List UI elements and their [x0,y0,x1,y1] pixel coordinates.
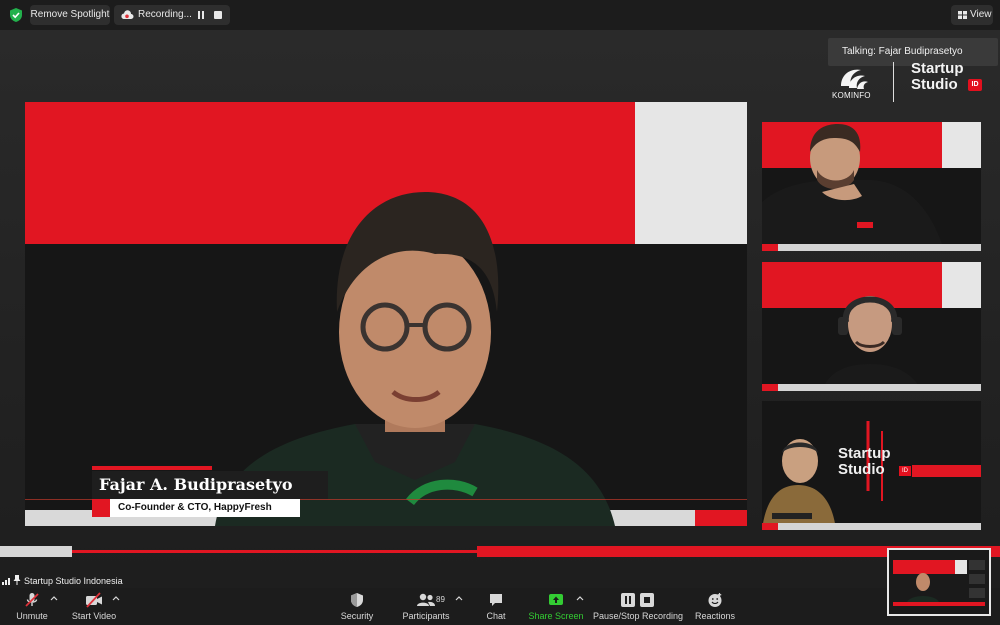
chevron-up-icon[interactable] [112,595,120,601]
self-view-preview [889,550,989,614]
bottom-light-band [762,523,981,530]
id-logo-badge: ID [899,466,911,476]
share-screen-button[interactable]: Share Screen [526,588,586,625]
strip-light-segment [0,546,72,557]
security-label: Security [340,611,374,621]
meeting-toolbar: Unmute Start Video Security 89 Participa… [0,588,1000,625]
kominfo-logo-text: KOMINFO [832,91,871,100]
startup-logo-text: Startup [911,60,964,77]
bottom-red-band [762,244,778,251]
smiley-reaction-icon [708,593,722,607]
participants-icon [417,593,435,606]
main-speaker-video[interactable]: Fajar A. Budiprasetyo Co-Founder & CTO, … [25,102,747,526]
zoom-meeting-window: Remove Spotlight Recording... View Talki… [0,0,1000,625]
participant-video-1[interactable] [762,122,981,251]
unmute-label: Unmute [16,611,48,621]
pin-icon [13,575,21,585]
stop-recording-icon[interactable] [214,11,222,19]
cloud-recording-icon [121,10,134,19]
grid-view-icon [958,11,967,19]
chevron-up-icon[interactable] [50,595,58,601]
pause-recording-icon[interactable] [197,11,205,19]
participant-video-2[interactable] [762,262,981,391]
chevron-up-icon[interactable] [576,595,584,601]
speaker-name: Fajar A. Budiprasetyo [92,471,328,499]
muted-microphone-icon [25,593,39,607]
reactions-button[interactable]: Reactions [692,588,738,625]
background-light-panel [635,102,747,244]
speaker-role: Co-Founder & CTO, HappyFresh [110,499,300,517]
bottom-red-band [695,510,747,526]
shield-icon[interactable] [8,7,24,23]
remove-spotlight-button[interactable]: Remove Spotlight [30,5,110,25]
lower-third-red-square [92,499,110,517]
participant-count: 89 [436,595,445,604]
share-screen-icon [549,594,563,605]
reactions-label: Reactions [694,611,736,621]
bottom-red-band [762,523,778,530]
participant-figure [822,296,922,391]
participant-figure [762,124,942,251]
chat-label: Chat [486,611,506,621]
bottom-red-band [762,384,778,391]
participants-label: Participants [402,611,450,621]
participant-video-3[interactable]: Startup Studio ID [762,401,981,530]
studio-logo-text: Studio [911,76,958,93]
self-view-thumbnail[interactable] [887,548,991,616]
pause-stop-recording-button[interactable]: Pause/Stop Recording [592,588,684,625]
start-video-label: Start Video [71,611,117,621]
startup-logo-text: Startup [838,445,891,462]
bottom-light-band [762,384,981,391]
participants-button[interactable]: 89 Participants [398,588,454,625]
unmute-button[interactable]: Unmute [8,588,56,625]
connection-signal-icon[interactable] [2,576,12,585]
pause-stop-recording-icon [621,593,654,607]
pause-stop-recording-label: Pause/Stop Recording [592,611,684,621]
chat-button[interactable]: Chat [476,588,516,625]
strip-red-line [72,550,477,553]
lower-third-accent [92,466,212,470]
security-button[interactable]: Security [333,588,381,625]
chevron-up-icon[interactable] [455,595,463,601]
bottom-light-band [762,244,981,251]
chat-bubble-icon [490,594,502,606]
share-screen-label: Share Screen [528,611,584,621]
recording-indicator: Recording... [114,5,230,25]
view-label: View [970,9,992,20]
id-logo-badge: ID [968,79,982,91]
video-off-icon [86,592,102,608]
top-bar: Remove Spotlight Recording... View [0,0,1000,30]
studio-logo-text: Studio [838,461,885,478]
view-button[interactable]: View [951,5,993,25]
meeting-name: Startup Studio Indonesia [24,576,123,586]
start-video-button[interactable]: Start Video [66,588,122,625]
logo-separator [893,62,894,102]
recording-label: Recording... [138,9,192,20]
shield-icon [351,593,363,607]
